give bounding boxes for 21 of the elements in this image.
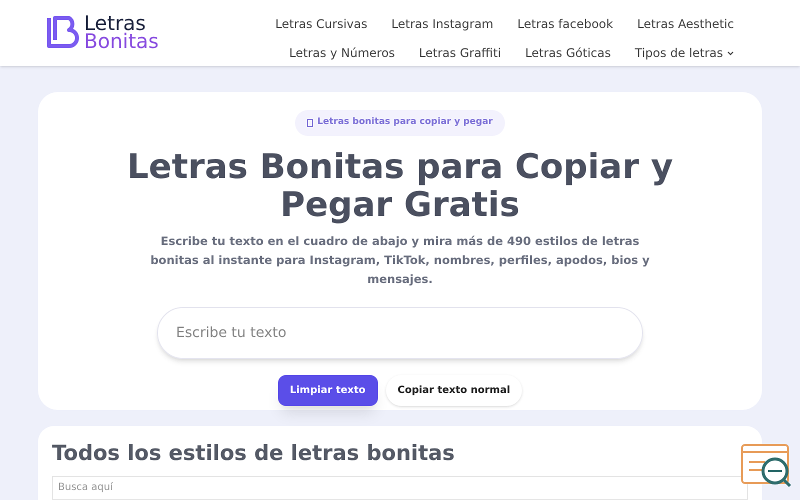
copy-button[interactable]: Copiar texto normal <box>386 375 522 406</box>
nav-link[interactable]: Letras facebook <box>517 10 614 39</box>
logo-text: Bonitas <box>84 32 159 50</box>
nav-link[interactable]: Letras Instagram <box>391 10 494 39</box>
nav-link[interactable]: Letras Aesthetic <box>637 10 734 39</box>
search-field[interactable]: Busca aquí <box>52 476 748 500</box>
clear-button[interactable]: Limpiar texto <box>278 375 378 406</box>
page-title: Letras Bonitas para Copiar y Pegar Gratis <box>126 148 674 224</box>
logo-text: Letras <box>84 14 146 32</box>
nav-link[interactable]: Letras y Números <box>289 39 395 68</box>
nav-dropdown[interactable]: Tipos de letras <box>634 39 734 68</box>
subtitle: Escribe tu texto en el cuadro de abajo y mira más de 490 estilos de letras bonitas al instante para Instagram, TikTok, nombres, perfiles, apodos, bios y mensajes. <box>149 233 651 288</box>
section-title: Todos los estilos de letras bonitas <box>52 440 456 467</box>
nav-link[interactable]: Letras Graffiti <box>418 39 502 68</box>
logo-icon <box>46 14 80 50</box>
text-input[interactable]: Escribe tu texto <box>157 307 643 359</box>
nav-link[interactable]: Letras Góticas <box>525 39 611 68</box>
badge-text: Letras bonitas para copiar y pegar <box>317 116 493 130</box>
chevron-down-icon <box>727 51 734 56</box>
square-icon <box>307 119 314 127</box>
nav-link[interactable]: Letras Cursivas <box>275 10 368 39</box>
